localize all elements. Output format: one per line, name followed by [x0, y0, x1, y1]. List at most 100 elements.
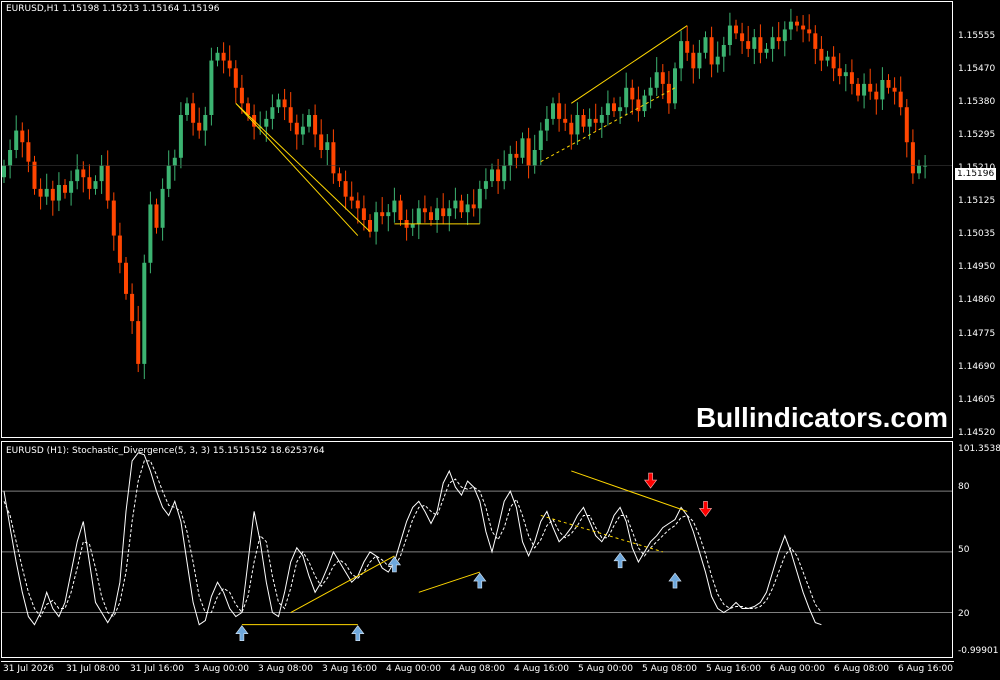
time-tick: 6 Aug 00:00	[770, 664, 825, 674]
candle-body	[227, 60, 232, 69]
candle-body	[575, 115, 580, 135]
candle-body	[429, 212, 433, 220]
candle-body	[825, 56, 830, 61]
price-tick: 1.15125	[958, 196, 996, 206]
candle-body	[563, 118, 568, 123]
candle-body	[239, 87, 244, 104]
indicator-tick: 50	[958, 545, 970, 555]
candle-body	[93, 181, 98, 189]
candle-body	[740, 33, 745, 42]
time-tick: 5 Aug 16:00	[706, 664, 761, 674]
candle-body	[313, 115, 318, 135]
candle-body	[178, 115, 183, 158]
candle-body	[386, 212, 391, 217]
candle-body	[203, 115, 208, 131]
candle-body	[26, 142, 31, 162]
candle-body	[325, 142, 330, 150]
indicator-tick: 20	[958, 609, 970, 619]
candle-body	[795, 21, 799, 26]
price-tick: 1.15295	[958, 130, 996, 140]
candle-body	[282, 99, 287, 108]
candle-body	[398, 200, 403, 220]
candle-body	[75, 169, 80, 182]
candle-body	[605, 103, 610, 115]
candle-body	[490, 169, 494, 182]
candle-body	[435, 208, 440, 220]
candle-body	[630, 87, 635, 100]
sell-arrow-icon	[644, 472, 658, 489]
candle-body	[447, 208, 452, 217]
candle-body	[124, 262, 128, 294]
candle-body	[69, 181, 74, 193]
price-tick: 1.14520	[958, 428, 996, 438]
candle-body	[514, 153, 519, 158]
candle-body	[709, 37, 714, 65]
stochastic-signal-line	[3, 460, 822, 618]
candle-body	[416, 208, 421, 224]
watermark-logo: Bullindicators.com	[695, 402, 948, 433]
candle-body	[715, 56, 720, 65]
candle-body	[551, 103, 555, 119]
candle-body	[374, 212, 379, 232]
candle-body	[56, 185, 61, 201]
indicator-divergence-line	[418, 571, 480, 593]
candle-body	[752, 37, 757, 49]
candle-body	[209, 60, 214, 115]
price-tick: 1.14950	[958, 262, 996, 272]
candle-body	[20, 130, 25, 143]
candle-body	[862, 83, 867, 96]
candle-body	[624, 87, 629, 108]
candle-body	[471, 204, 476, 209]
time-tick: 4 Aug 00:00	[386, 664, 441, 674]
candle-body	[130, 293, 135, 322]
candle-body	[904, 107, 909, 143]
candle-body	[746, 41, 751, 49]
price-tick: 1.14690	[958, 362, 996, 372]
candle-body	[410, 223, 415, 228]
candle-body	[459, 200, 464, 213]
candle-body	[819, 48, 824, 61]
candle-body	[770, 37, 775, 49]
candle-body	[148, 204, 153, 263]
candle-body	[612, 103, 616, 112]
time-tick: 31 Jul 2026	[3, 664, 54, 674]
candle-body	[343, 181, 348, 197]
time-tick: 5 Aug 08:00	[642, 664, 697, 674]
candle-body	[691, 52, 696, 69]
stochastic-main-line	[3, 452, 822, 626]
candle-body	[105, 165, 110, 201]
candle-body	[587, 118, 592, 127]
candle-body	[337, 173, 342, 182]
candle-body	[154, 204, 159, 228]
candle-body	[81, 169, 86, 178]
candle-body	[764, 48, 769, 53]
candle-body	[50, 188, 55, 201]
candle-body	[593, 118, 598, 123]
candle-body	[44, 188, 49, 197]
price-tick: 1.15470	[958, 64, 996, 74]
indicator-tick: 101.35381	[958, 444, 1000, 454]
candle-body	[660, 72, 665, 84]
price-tick: 1.15380	[958, 97, 996, 107]
candle-body	[599, 115, 604, 123]
candle-body	[422, 208, 427, 213]
candle-body	[197, 122, 202, 131]
candle-body	[233, 68, 238, 88]
candle-body	[648, 87, 653, 96]
buy-arrow-icon	[613, 552, 627, 569]
candle-body	[581, 115, 586, 127]
candle-body	[87, 177, 92, 189]
chart-canvas[interactable]	[0, 0, 1000, 680]
buy-arrow-icon	[351, 625, 365, 641]
candle-body	[544, 118, 549, 131]
indicator-divergence-line	[290, 555, 395, 613]
candle-body	[380, 212, 385, 217]
indicator-tick: 80	[958, 482, 970, 492]
time-tick: 4 Aug 08:00	[450, 664, 505, 674]
candle-body	[917, 165, 921, 174]
candle-body	[910, 142, 915, 174]
candle-body	[349, 196, 354, 201]
price-tick: 1.15035	[958, 229, 996, 239]
candle-body	[185, 103, 189, 115]
candle-body	[477, 188, 482, 209]
